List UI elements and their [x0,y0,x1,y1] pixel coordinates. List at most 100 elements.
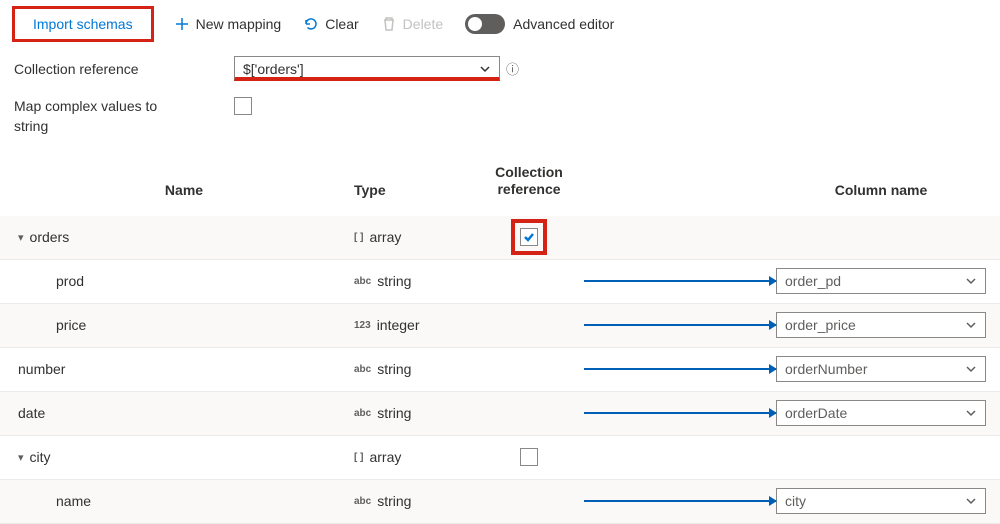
row-name: prod [56,273,84,289]
type-value: array [369,229,401,245]
name-cell: name [14,493,354,509]
type-cell: [ ] array [354,449,474,465]
toggle-thumb [468,17,482,31]
name-cell: number [14,361,354,377]
chevron-down-icon [965,407,977,419]
type-prefix-icon: abc [354,408,371,419]
type-value: array [369,449,401,465]
arrow-line-icon [584,368,776,370]
toggle-switch[interactable] [465,14,505,34]
clear-label: Clear [325,16,358,32]
table-header: Name Type Collection reference Column na… [0,142,1000,216]
name-cell: ▾ city [14,449,354,465]
row-name: city [30,449,51,465]
arrow-line-icon [584,412,776,414]
arrow-head-icon [769,496,777,506]
map-complex-row: Map complex values to string [0,87,1000,142]
name-cell: date [14,405,354,421]
type-prefix-icon: [ ] [354,452,363,463]
mapping-arrow-cell [584,260,776,303]
mapping-arrow-cell [584,392,776,435]
advanced-editor-label: Advanced editor [513,16,614,32]
type-cell: abc string [354,493,474,509]
name-cell: prod [14,273,354,289]
row-name: date [18,405,45,421]
new-mapping-label: New mapping [196,16,282,32]
table-row: number abcstring orderNumber [0,348,1000,392]
new-mapping-button[interactable]: New mapping [174,16,282,32]
column-name-cell: orderDate [776,400,986,426]
arrow-line-icon [584,280,776,282]
column-name-dropdown[interactable]: order_pd [776,268,986,294]
collection-reference-value: $['orders'] [243,61,304,77]
arrow-head-icon [769,276,777,286]
collection-ref-checkbox[interactable] [520,448,538,466]
type-cell: [ ] array [354,229,474,245]
chevron-down-icon [965,319,977,331]
trash-icon [381,16,397,32]
arrow-line-icon [584,500,776,502]
column-name-dropdown[interactable]: order_price [776,312,986,338]
column-name-cell: order_price [776,312,986,338]
type-prefix-icon: abc [354,496,371,507]
collection-reference-row: Collection reference $['orders'] ⓘ [0,50,1000,87]
column-name-value: order_price [785,317,856,333]
col-header-type: Type [354,182,474,198]
chevron-down-icon [479,63,491,75]
collection-ref-checkbox[interactable] [520,228,538,246]
type-prefix-icon: [ ] [354,232,363,243]
import-schemas-button[interactable]: Import schemas [14,8,152,40]
arrow-head-icon [769,408,777,418]
chevron-down-icon [965,363,977,375]
name-cell: ▾ orders [14,229,354,245]
row-name: orders [30,229,70,245]
type-cell: abc string [354,405,474,421]
mapping-table: ▾orders[ ]arrayprodabcstringorder_pdpric… [0,216,1000,524]
arrow-head-icon [769,364,777,374]
type-value: string [377,493,411,509]
table-row: ▾ city [ ] array [0,436,1000,480]
col-header-name: Name [14,182,354,198]
type-value: string [377,405,411,421]
type-value: integer [377,317,420,333]
delete-button: Delete [381,16,443,32]
collection-reference-label: Collection reference [14,61,194,77]
mapping-arrow-cell [584,436,776,479]
expand-caret-icon[interactable]: ▾ [18,231,24,244]
table-row: ▾ orders [ ] array [0,216,1000,260]
column-name-dropdown[interactable]: orderNumber [776,356,986,382]
row-name: name [56,493,91,509]
clear-button[interactable]: Clear [303,16,358,32]
column-name-dropdown[interactable]: city [776,488,986,514]
collection-reference-dropdown[interactable]: $['orders'] [234,56,500,81]
advanced-editor-toggle[interactable]: Advanced editor [465,14,614,34]
type-cell: abc string [354,273,474,289]
mapping-arrow-cell [584,304,776,347]
column-name-value: orderNumber [785,361,867,377]
column-name-cell: orderNumber [776,356,986,382]
plus-icon [174,16,190,32]
column-name-cell: order_pd [776,268,986,294]
chevron-down-icon [965,495,977,507]
type-prefix-icon: abc [354,276,371,287]
column-name-cell: city [776,488,986,514]
column-name-value: order_pd [785,273,841,289]
map-complex-checkbox[interactable] [234,97,252,115]
info-icon[interactable]: ⓘ [506,59,519,78]
col-header-cref: Collection reference [474,164,584,198]
row-name: number [18,361,65,377]
chevron-down-icon [965,275,977,287]
expand-caret-icon[interactable]: ▾ [18,451,24,464]
table-row: price123integerorder_price [0,304,1000,348]
toolbar: Import schemas New mapping Clear Delete … [0,0,1000,50]
refresh-icon [303,16,319,32]
check-icon [523,231,535,243]
table-row: date abc string orderDate [0,392,1000,436]
type-value: string [377,273,411,289]
arrow-line-icon [584,324,776,326]
column-name-value: city [785,493,806,509]
type-cell: abcstring [354,361,474,377]
mapping-arrow-cell [584,348,776,391]
column-name-dropdown[interactable]: orderDate [776,400,986,426]
delete-label: Delete [403,16,443,32]
